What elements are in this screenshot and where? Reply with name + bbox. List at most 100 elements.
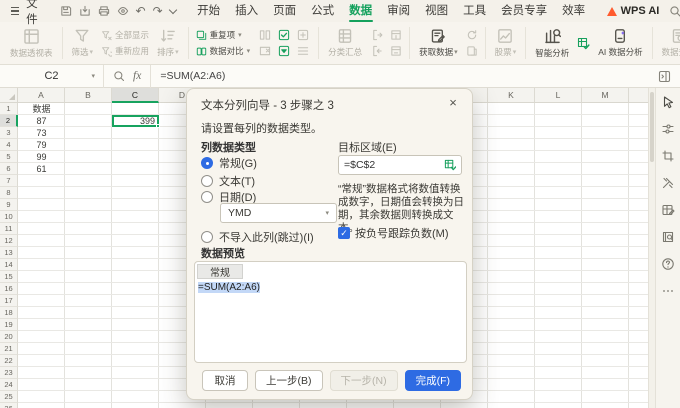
- menu-tab[interactable]: 公式: [304, 0, 342, 22]
- radio-skip-column[interactable]: 不导入此列(跳过)(I): [201, 229, 314, 245]
- menu-tab[interactable]: 审阅: [380, 0, 418, 22]
- vertical-scrollbar[interactable]: [648, 88, 655, 408]
- menu-tab[interactable]: 页面: [266, 0, 304, 22]
- duplicates-icon: [196, 30, 207, 41]
- menu-tab[interactable]: 工具: [456, 0, 494, 22]
- selected-cell-C2[interactable]: 399: [112, 115, 159, 127]
- radio-button[interactable]: [201, 231, 213, 243]
- book-search-icon[interactable]: [661, 230, 675, 244]
- get-data-button[interactable]: 获取数据▾: [414, 26, 463, 60]
- radio-button[interactable]: [201, 191, 213, 203]
- preview-column-header: 常规: [197, 264, 243, 279]
- target-range-input[interactable]: =$C$2: [338, 155, 462, 175]
- cell-A5[interactable]: 99: [18, 151, 65, 163]
- subtotal-icon: [337, 28, 353, 44]
- export-icon[interactable]: [79, 5, 91, 17]
- smart-analysis-button[interactable]: 智能分析: [530, 26, 574, 61]
- ai-data-analysis-label: AI 数据分析: [598, 46, 642, 58]
- duplicates-button[interactable]: 重复项 ▾: [196, 29, 251, 41]
- ai-data-analysis-button[interactable]: AI 数据分析: [593, 26, 647, 60]
- menu-tab[interactable]: 开始: [190, 0, 228, 22]
- next-button[interactable]: 下一步(N): [330, 370, 398, 391]
- insert-dropdown-list-icon[interactable]: [278, 45, 290, 57]
- create-group-icon[interactable]: [371, 29, 383, 41]
- show-detail-icon[interactable]: [390, 29, 402, 41]
- column-type-label: 列数据类型: [201, 139, 256, 155]
- magnifier-icon[interactable]: [113, 70, 125, 82]
- fill-handle[interactable]: [156, 124, 160, 128]
- menu-tab[interactable]: 会员专享: [494, 0, 555, 22]
- save-icon[interactable]: [60, 5, 72, 17]
- data-query-label: 数据查询: [662, 46, 680, 58]
- menu-tab[interactable]: 视图: [418, 0, 456, 22]
- more-icon[interactable]: [661, 284, 675, 298]
- cancel-button[interactable]: 取消: [202, 370, 248, 391]
- redo-icon[interactable]: ↷: [153, 5, 163, 17]
- filter-button[interactable]: 筛选▾: [67, 26, 99, 60]
- table-check-icon[interactable]: [577, 37, 590, 50]
- copy-plus-icon[interactable]: [297, 29, 309, 41]
- data-compare-icon: [196, 46, 207, 57]
- chevron-down-icon[interactable]: [168, 5, 176, 13]
- hide-detail-icon[interactable]: [390, 45, 402, 57]
- cell-A6[interactable]: 61: [18, 163, 65, 175]
- data-compare-button[interactable]: 数据对比 ▾: [196, 45, 251, 57]
- edit-links-icon[interactable]: [466, 45, 478, 57]
- search-icon[interactable]: [669, 5, 680, 18]
- formula-input[interactable]: =SUM(A2:A6): [151, 70, 658, 82]
- screenshot-crop-icon[interactable]: [661, 149, 675, 163]
- close-icon[interactable]: ×: [445, 94, 461, 110]
- back-button[interactable]: 上一步(B): [255, 370, 323, 391]
- cell-A2[interactable]: 87: [18, 115, 65, 127]
- data-query-button[interactable]: 数据查询: [657, 26, 680, 60]
- text-to-columns-wizard-dialog: 文本分列向导 - 3 步骤之 3 × 请设置每列的数据类型。 列数据类型 常规(…: [186, 88, 473, 400]
- cell-A1[interactable]: 数据: [18, 103, 65, 115]
- checkbox[interactable]: ✓: [338, 227, 350, 239]
- merge-records-icon[interactable]: [297, 45, 309, 57]
- finish-button[interactable]: 完成(F): [405, 370, 461, 391]
- reapply-button[interactable]: 重新应用: [101, 45, 149, 57]
- menu-tab[interactable]: 数据: [342, 0, 380, 22]
- adjust-sliders-icon[interactable]: [661, 122, 675, 136]
- cell-A3[interactable]: 73: [18, 127, 65, 139]
- clear-cells-icon[interactable]: [259, 45, 271, 57]
- scrollbar-thumb[interactable]: [650, 92, 654, 162]
- negative-number-checkbox-row[interactable]: ✓ 按负号跟踪负数(M): [338, 225, 449, 241]
- date-format-dropdown[interactable]: YMD ▾: [220, 203, 337, 223]
- insert-function-button[interactable]: fx: [133, 70, 141, 82]
- toolbox-icon[interactable]: [661, 176, 675, 190]
- radio-button[interactable]: [201, 175, 213, 187]
- preview-icon[interactable]: [117, 5, 129, 17]
- table-edit-icon[interactable]: [661, 203, 675, 217]
- undo-icon[interactable]: ↶: [136, 5, 146, 17]
- ungroup-icon[interactable]: [371, 45, 383, 57]
- task-pane-icon[interactable]: [658, 70, 671, 83]
- radio-general-label: 常规(G): [219, 155, 257, 171]
- formula-bar: C2 ▾ fx =SUM(A2:A6): [0, 65, 680, 88]
- wps-ai-button[interactable]: WPS AI: [601, 5, 666, 17]
- show-all-button[interactable]: 全部显示: [101, 29, 149, 41]
- radio-button-selected[interactable]: [201, 157, 213, 169]
- file-menu-button[interactable]: 文件: [7, 0, 46, 22]
- cell-A4[interactable]: 79: [18, 139, 65, 151]
- radio-general[interactable]: 常规(G): [201, 155, 257, 171]
- pivot-table-button[interactable]: 数据透视表: [5, 26, 58, 61]
- dropdown-arrow-icon: ▾: [247, 48, 251, 55]
- text-to-columns-icon[interactable]: [259, 29, 271, 41]
- radio-text[interactable]: 文本(T): [201, 173, 255, 189]
- help-icon[interactable]: [661, 257, 675, 271]
- name-box-dropdown-icon[interactable]: ▾: [91, 73, 95, 80]
- sort-button[interactable]: 排序▾: [152, 26, 184, 60]
- stock-button[interactable]: 股票▾: [490, 26, 522, 60]
- range-picker-icon[interactable]: [444, 159, 456, 171]
- refresh-data-icon[interactable]: [466, 29, 478, 41]
- menu-tab[interactable]: 插入: [228, 0, 266, 22]
- wps-ai-logo-icon: [607, 7, 617, 16]
- subtotal-button[interactable]: 分类汇总: [323, 26, 367, 60]
- name-box[interactable]: C2 ▾: [0, 65, 104, 88]
- menu-tab[interactable]: 效率: [555, 0, 593, 22]
- data-validation-icon[interactable]: [278, 29, 290, 41]
- print-icon[interactable]: [98, 5, 110, 17]
- smart-analysis-icon: [544, 28, 561, 45]
- select-cursor-icon[interactable]: [661, 95, 675, 109]
